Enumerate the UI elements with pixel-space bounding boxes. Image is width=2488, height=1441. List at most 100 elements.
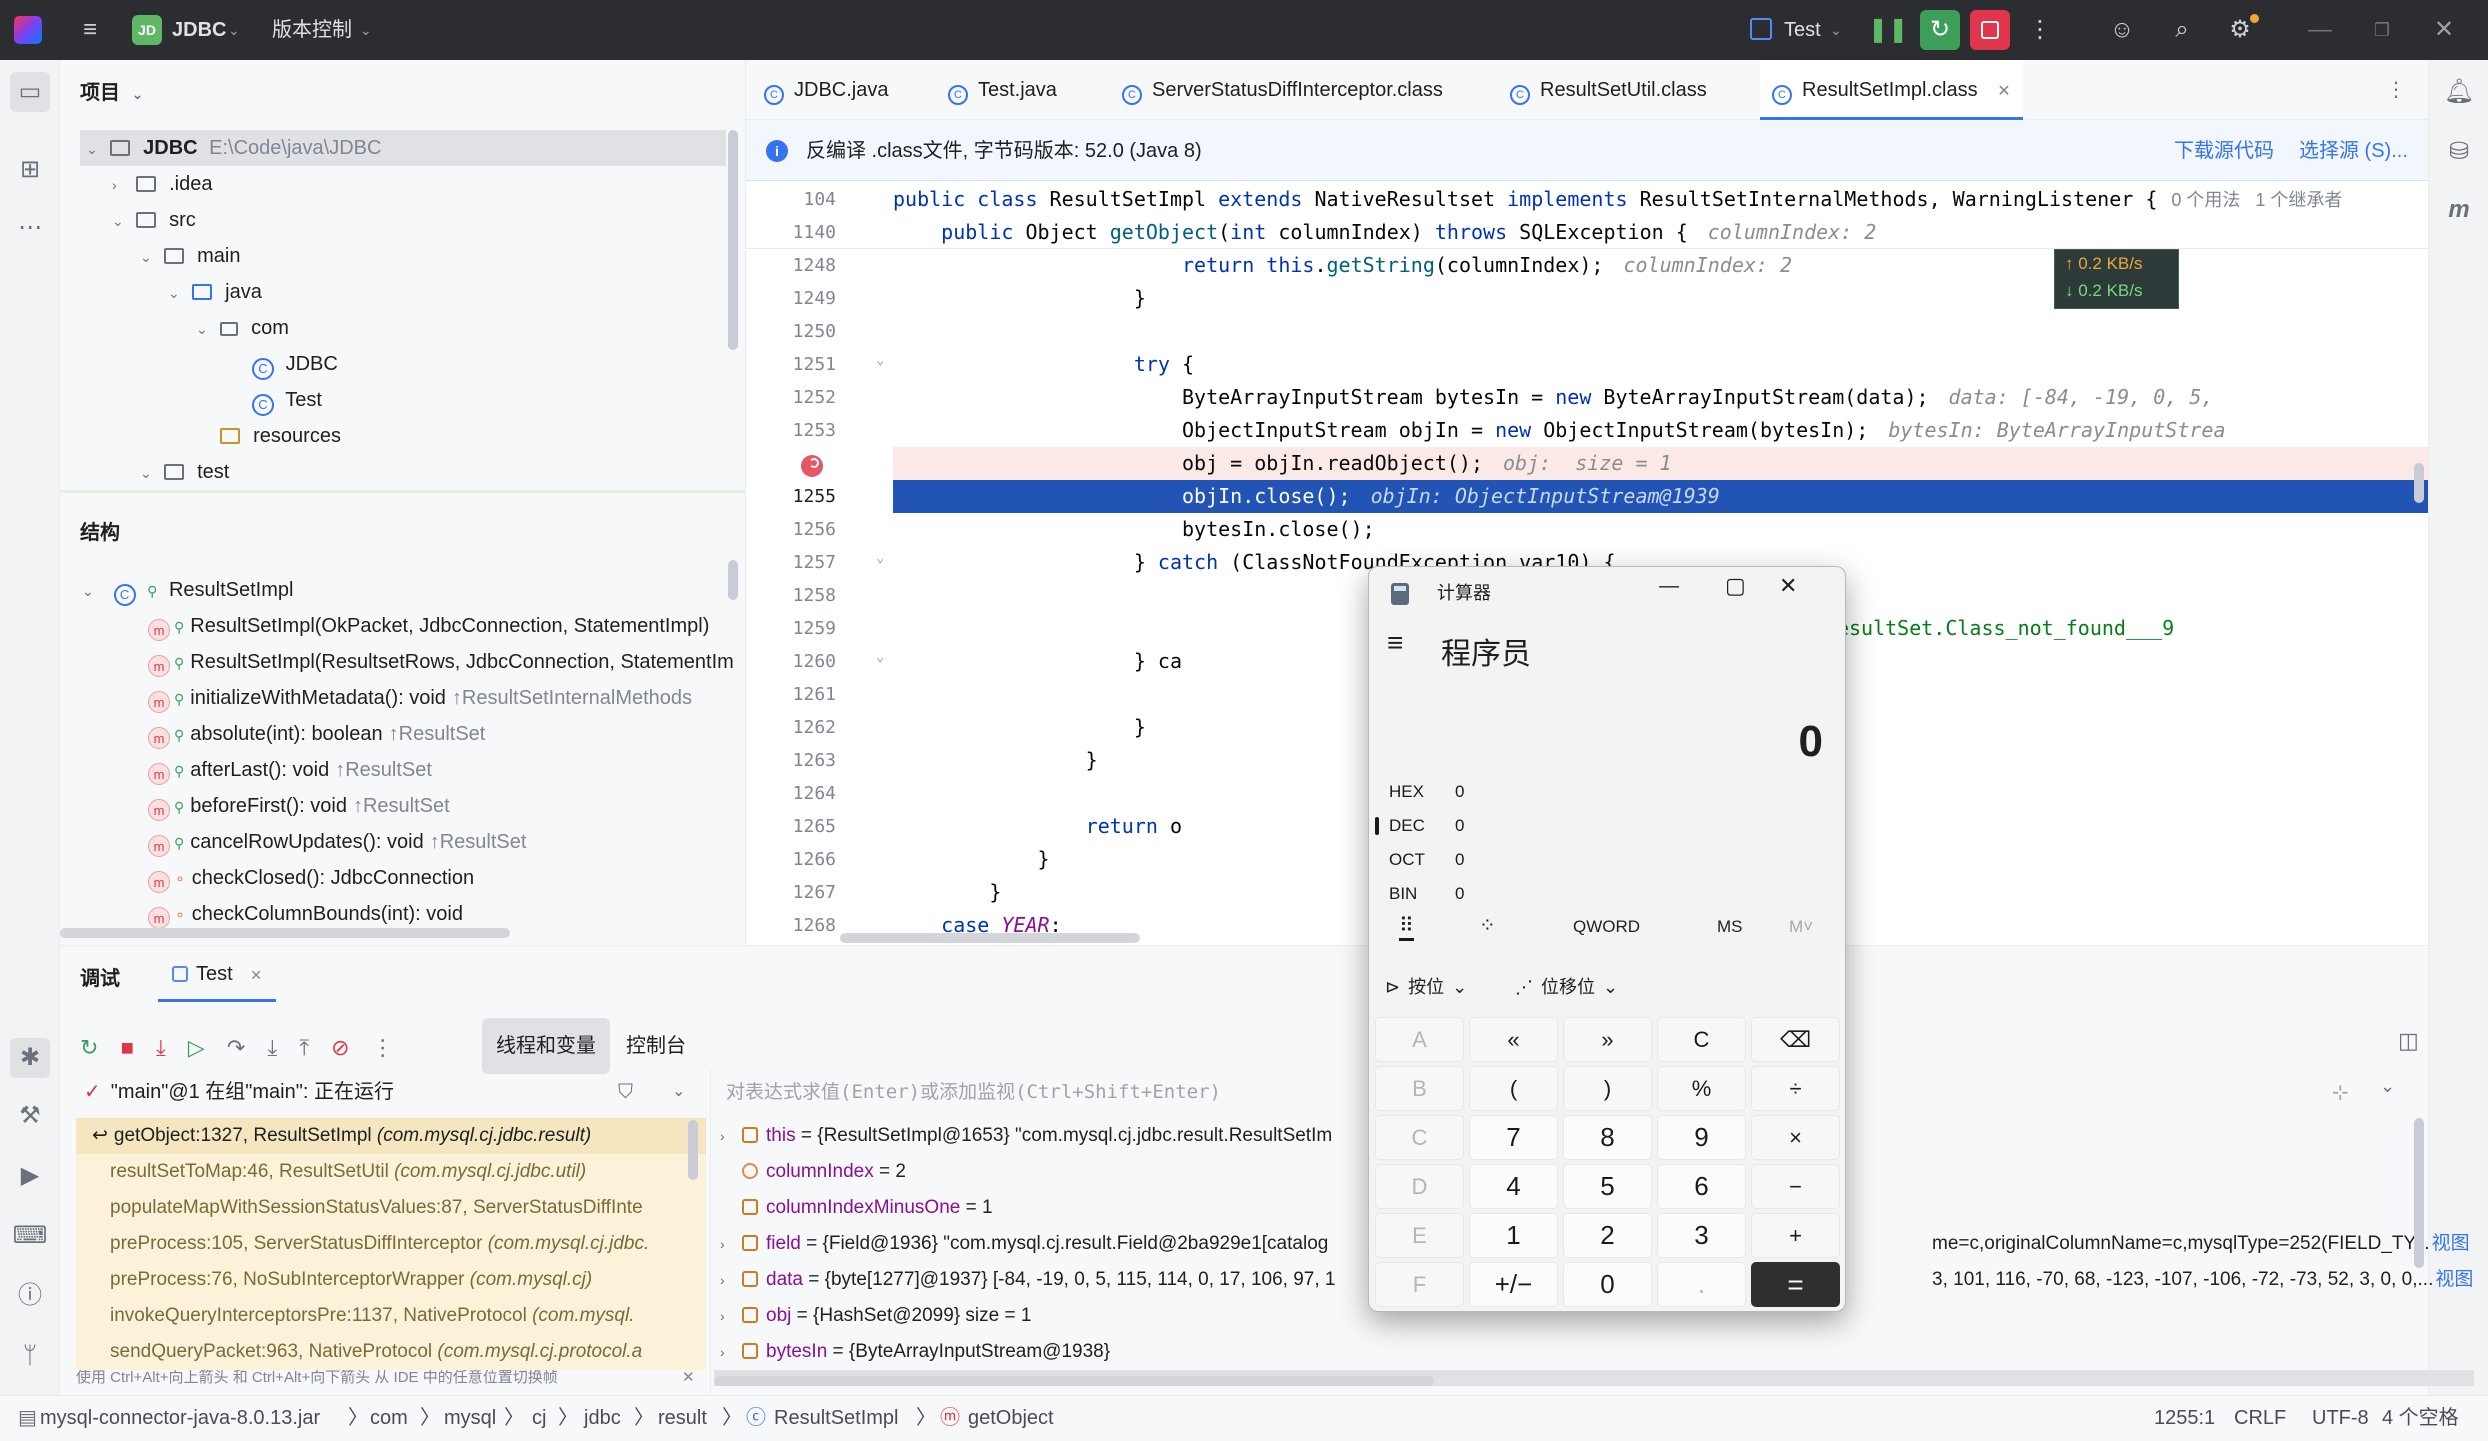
expand-arrow-icon[interactable]: ⌄ <box>86 131 104 167</box>
vars-scrollbar[interactable] <box>2414 1118 2424 1268</box>
view-link[interactable]: 视图 <box>2435 1269 2473 1290</box>
search-icon[interactable]: ⌕ <box>2162 10 2202 50</box>
view-link[interactable]: 视图 <box>2432 1233 2470 1254</box>
tree-item-java[interactable]: ⌄ java <box>168 274 262 310</box>
close-window-icon[interactable]: ✕ <box>2424 10 2464 50</box>
crumb-cj[interactable]: cj <box>532 1396 546 1441</box>
line-number[interactable]: 1257 <box>746 546 836 579</box>
calc-key[interactable]: +/− <box>1469 1262 1558 1307</box>
tree-item-src[interactable]: ⌄ src <box>112 202 196 238</box>
calc-key[interactable]: 5 <box>1563 1164 1652 1209</box>
download-sources-link[interactable]: 下载源代码 <box>2174 121 2274 181</box>
database-icon[interactable]: ⛁ <box>2439 132 2479 172</box>
radix-row[interactable]: BIN 0 <box>1389 877 1464 911</box>
stack-frame[interactable]: sendQueryPacket:963, NativeProtocol (com… <box>76 1334 706 1370</box>
structure-member[interactable]: m ⚲ absolute(int): boolean ↑ResultSet <box>148 716 485 752</box>
crumb-class[interactable]: ResultSetImpl <box>774 1396 899 1441</box>
line-number[interactable]: 1256 <box>746 513 836 546</box>
tree-item-com[interactable]: ⌄ com <box>196 310 289 346</box>
calc-key[interactable]: » <box>1563 1017 1652 1062</box>
restore-icon[interactable]: ❐ <box>2362 10 2402 50</box>
project-folder-icon[interactable]: ▭ <box>10 72 50 112</box>
collapse-arrow-icon[interactable]: › <box>112 167 130 203</box>
radix-row[interactable]: HEX 0 <box>1389 775 1464 809</box>
tree-item-jdbc-class[interactable]: C JDBC <box>252 346 338 382</box>
tree-item-test-class[interactable]: C Test <box>252 382 322 418</box>
calc-key[interactable]: C <box>1375 1115 1464 1160</box>
expand-arrow-icon[interactable]: › <box>714 1226 742 1262</box>
structure-member[interactable]: m ⚲ initializeWithMetadata(): void ↑ResultS… <box>148 680 692 716</box>
frames-divider[interactable] <box>710 1068 711 1396</box>
line-number[interactable]: 1248 <box>746 249 836 282</box>
crumb-result[interactable]: result <box>658 1396 707 1441</box>
add-watch-icon[interactable]: ⊹ <box>2332 1080 2349 1105</box>
crumb-jdbc[interactable]: jdbc <box>584 1396 621 1441</box>
problems-icon[interactable]: ⓘ <box>10 1276 50 1316</box>
structure-member[interactable]: m ⚲ ResultSetImpl(OkPacket, JdbcConnection… <box>148 608 715 644</box>
chevron-down-icon[interactable]: ⌄ <box>672 1068 685 1116</box>
structure-scrollbar[interactable] <box>728 560 738 600</box>
calc-key[interactable]: % <box>1657 1066 1746 1111</box>
structure-member[interactable]: m ⚲ cancelRowUpdates(): void ↑ResultSet <box>148 824 526 860</box>
close-icon[interactable]: ✕ <box>1779 573 1797 599</box>
calc-key[interactable]: ⌫ <box>1751 1017 1840 1062</box>
stack-frame[interactable]: invokeQueryInterceptorsPre:1137, NativeP… <box>76 1298 706 1334</box>
expand-arrow-icon[interactable]: › <box>714 1334 742 1370</box>
structure-member[interactable]: m ⚬ checkColumnBounds(int): void <box>148 896 469 932</box>
bitshift-dropdown[interactable]: ⋰ 位移位 ⌄ <box>1515 973 1618 999</box>
more-icon[interactable]: ⋮ <box>372 1035 394 1060</box>
radix-row[interactable]: OCT 0 <box>1389 843 1464 877</box>
calc-key[interactable]: 8 <box>1563 1115 1652 1160</box>
line-number[interactable]: 1263 <box>746 744 836 777</box>
thread-selector[interactable]: ✓ "main"@1 在组"main": 正在运行 ⛉ ⌄ <box>76 1068 706 1116</box>
line-number[interactable]: 1264 <box>746 777 836 810</box>
crumb-com[interactable]: com <box>370 1396 408 1441</box>
editor-hscrollbar[interactable] <box>840 933 1140 943</box>
editor-scrollbar[interactable] <box>2414 463 2424 503</box>
tab-serverstatus-class[interactable]: C ServerStatusDiffInterceptor.class <box>1122 60 1443 120</box>
line-number[interactable]: 1253 <box>746 414 836 447</box>
file-encoding[interactable]: UTF-8 <box>2312 1396 2369 1441</box>
expand-arrow-icon[interactable]: ⌄ <box>82 573 100 609</box>
calc-key[interactable]: E <box>1375 1213 1464 1258</box>
structure-hscrollbar[interactable] <box>60 928 510 938</box>
full-keypad-icon[interactable]: ⠿ <box>1399 913 1414 941</box>
calc-key[interactable]: ) <box>1563 1066 1652 1111</box>
crumb-method[interactable]: getObject <box>968 1396 1054 1441</box>
calc-key[interactable]: 9 <box>1657 1115 1746 1160</box>
calc-key[interactable]: ( <box>1469 1066 1558 1111</box>
memory-store-button[interactable]: MS <box>1717 917 1743 937</box>
tree-item-idea[interactable]: › .idea <box>112 166 213 202</box>
word-size-button[interactable]: QWORD <box>1573 917 1640 937</box>
expand-arrow-icon[interactable]: ⌄ <box>140 239 158 275</box>
more-actions-icon[interactable]: ⋮ <box>2020 10 2060 50</box>
calc-key[interactable]: 6 <box>1657 1164 1746 1209</box>
expand-arrow-icon[interactable]: ⌄ <box>140 455 158 491</box>
calc-key[interactable]: 0 <box>1563 1262 1652 1307</box>
calc-key[interactable]: « <box>1469 1017 1558 1062</box>
rerun-icon[interactable]: ↻ <box>80 1035 98 1060</box>
line-number[interactable]: 1255 <box>746 480 836 513</box>
resume-program-icon[interactable]: ▷ <box>188 1035 205 1060</box>
line-number[interactable]: 1266 <box>746 843 836 876</box>
line-number[interactable]: 1259 <box>746 612 836 645</box>
run-config-selector[interactable]: Test <box>1784 0 1821 60</box>
mute-breakpoints-icon[interactable]: ⊘ <box>331 1035 349 1060</box>
bit-toggle-icon[interactable]: ⁘ <box>1479 913 1496 938</box>
line-separator[interactable]: CRLF <box>2234 1396 2286 1441</box>
structure-member[interactable]: m ⚬ checkClosed(): JdbcConnection <box>148 860 480 896</box>
resume-icon[interactable]: ❚❚ <box>1868 10 1908 50</box>
git-branch-icon[interactable]: ᛘ <box>10 1336 50 1376</box>
structure-icon[interactable]: ⊞ <box>10 150 50 190</box>
terminal-icon[interactable]: ⌨ <box>10 1216 50 1256</box>
tab-test-java[interactable]: C Test.java <box>948 60 1057 120</box>
line-number[interactable]: 1260 <box>746 645 836 678</box>
calc-key[interactable]: F <box>1375 1262 1464 1307</box>
calc-key[interactable]: 2 <box>1563 1213 1652 1258</box>
calc-key[interactable]: − <box>1751 1164 1840 1209</box>
close-tab-icon[interactable]: ✕ <box>1997 83 2010 100</box>
calc-key[interactable]: . <box>1657 1262 1746 1307</box>
calc-key[interactable]: B <box>1375 1066 1464 1111</box>
services-icon[interactable]: ▶ <box>10 1156 50 1196</box>
chevron-down-icon[interactable]: ⌄ <box>2380 1076 2395 1097</box>
